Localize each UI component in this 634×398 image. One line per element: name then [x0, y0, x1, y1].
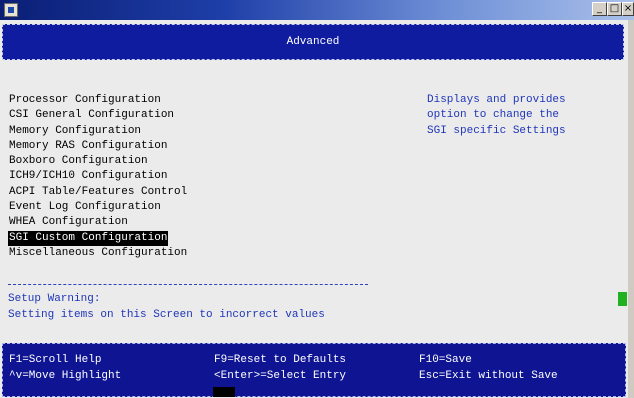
hint-enter-select: <Enter>=Select Entry [214, 370, 347, 382]
menu-item-processor-configuration[interactable]: Processor Configuration [8, 93, 162, 108]
hint-f10-save: F10=Save [419, 354, 472, 366]
header-bar: Advanced [2, 24, 624, 60]
help-line: SGI specific Settings [427, 124, 566, 137]
menu-item-miscellaneous-configuration[interactable]: Miscellaneous Configuration [8, 246, 188, 261]
close-button[interactable]: × [622, 2, 634, 16]
menu-item-event-log-configuration[interactable]: Event Log Configuration [8, 200, 162, 215]
menu-item-acpi-table-features-control[interactable]: ACPI Table/Features Control [8, 185, 188, 200]
help-line: Displays and provides [427, 94, 566, 106]
key-help-bar: F1=Scroll Help ^v=Move Highlight F9=Rese… [2, 343, 626, 397]
page-title: Advanced [286, 36, 340, 48]
menu-item-boxboro-configuration[interactable]: Boxboro Configuration [8, 154, 149, 169]
hint-f9-reset-defaults: F9=Reset to Defaults [214, 354, 347, 366]
menu-item-memory-configuration[interactable]: Memory Configuration [8, 124, 142, 139]
app-icon[interactable] [4, 3, 18, 17]
hint-esc-exit: Esc=Exit without Save [419, 370, 558, 382]
vertical-scrollbar[interactable] [628, 20, 634, 398]
bios-console: Advanced Processor Configuration CSI Gen… [0, 20, 628, 398]
setup-warning-text: Setting items on this Screen to incorrec… [8, 309, 325, 321]
minimize-button[interactable]: _ [592, 2, 607, 16]
help-panel: Displays and provides option to change t… [427, 93, 617, 139]
setup-warning-title: Setup Warning: [8, 293, 101, 305]
setup-menu: Processor Configuration CSI General Conf… [8, 93, 368, 261]
scroll-marker [618, 292, 627, 306]
hint-f1-scroll-help: F1=Scroll Help [9, 354, 102, 366]
menu-item-sgi-custom-configuration[interactable]: SGI Custom Configuration [8, 230, 169, 246]
menu-item-ich9-ich10-configuration[interactable]: ICH9/ICH10 Configuration [8, 169, 168, 184]
menu-item-csi-general-configuration[interactable]: CSI General Configuration [8, 108, 175, 123]
menu-item-whea-configuration[interactable]: WHEA Configuration [8, 215, 129, 230]
help-line: option to change the [427, 109, 560, 122]
maximize-button[interactable]: □ [607, 2, 622, 16]
hint-move-highlight: ^v=Move Highlight [9, 370, 122, 382]
menu-item-memory-ras-configuration[interactable]: Memory RAS Configuration [8, 139, 168, 154]
cursor-block [213, 387, 235, 397]
window-titlebar[interactable]: _ □ × [0, 0, 634, 20]
divider [8, 284, 368, 285]
